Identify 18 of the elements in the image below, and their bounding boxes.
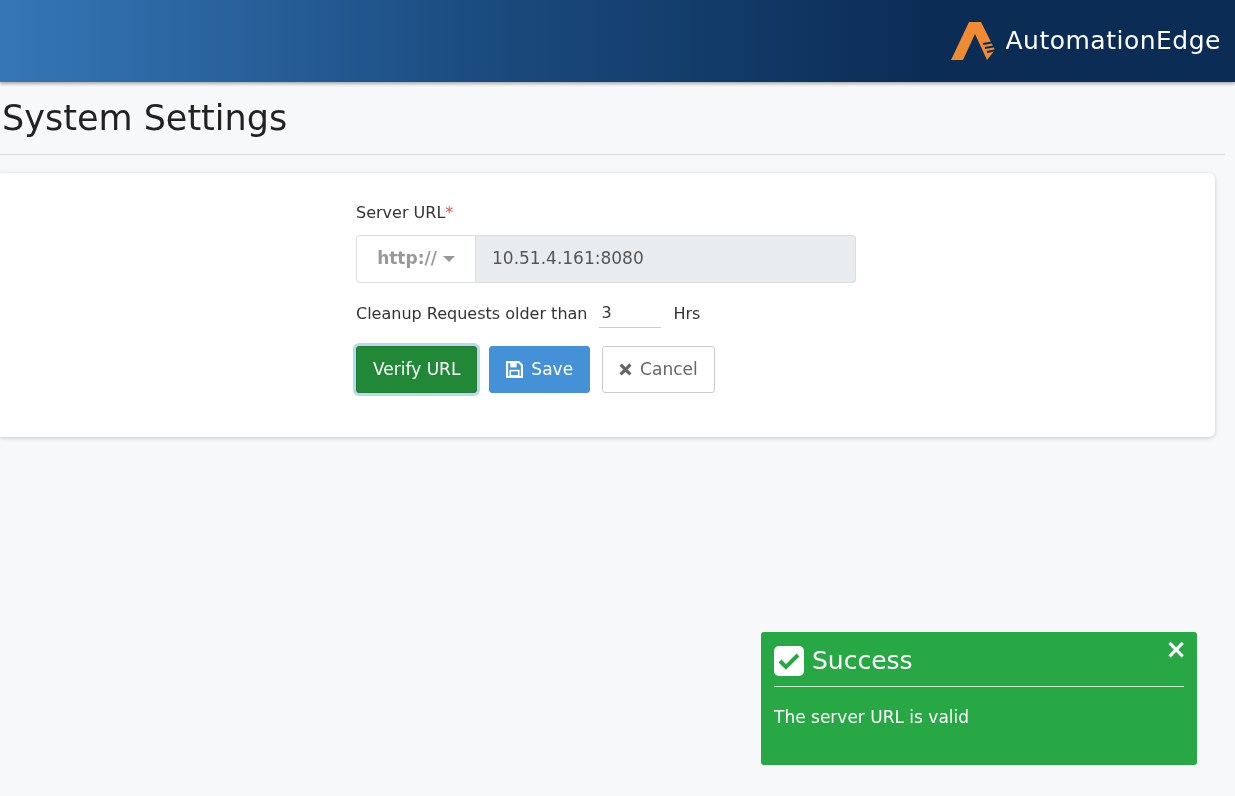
close-button[interactable]: × xyxy=(1165,636,1187,662)
caret-icon xyxy=(442,256,455,262)
cancel-button[interactable]: Cancel xyxy=(602,346,715,393)
url-field[interactable]: 10.51.4.161:8080 xyxy=(476,235,856,283)
logo-text: AutomationEdge xyxy=(1005,25,1221,58)
close-icon xyxy=(619,363,633,376)
checkbox-check-icon xyxy=(774,645,804,676)
field-label: Cleanup Requests older than xyxy=(356,302,588,325)
page-title: System Settings xyxy=(2,97,288,139)
hours-field[interactable]: 3 xyxy=(599,299,662,328)
required-mark: * xyxy=(445,202,454,224)
field-label: Server URL xyxy=(356,202,446,224)
toast-title: Success xyxy=(812,645,913,677)
protocol-dropdown[interactable]: http:// xyxy=(356,235,476,283)
unit-label: Hrs xyxy=(673,302,701,325)
verify-button[interactable]: Verify URL xyxy=(356,346,478,393)
save-button[interactable]: Save xyxy=(489,346,591,393)
toast-message: The server URL is valid xyxy=(774,705,971,729)
